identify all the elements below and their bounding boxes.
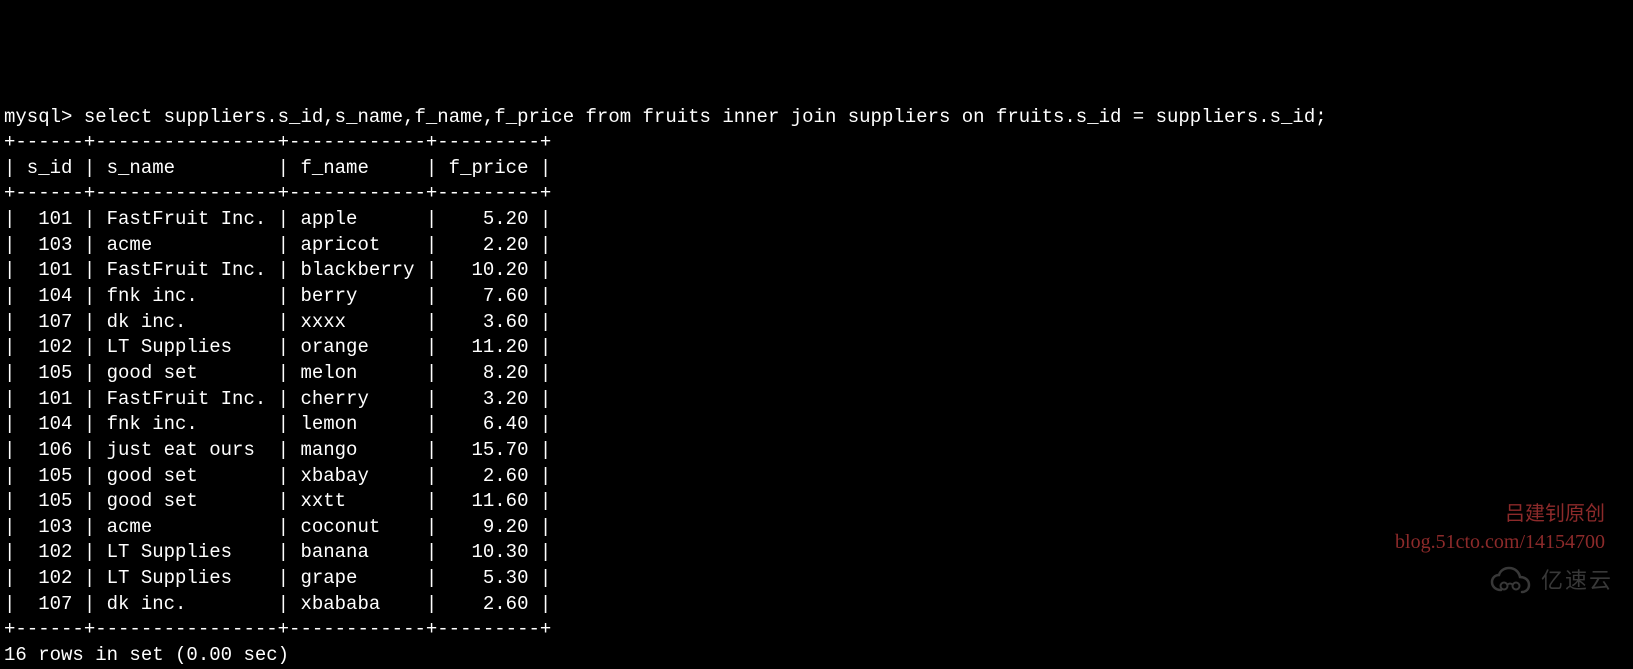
watermark-logo-text: 亿速云 bbox=[1541, 566, 1613, 596]
watermark-line1: 吕建钊原创 bbox=[1395, 500, 1605, 528]
query-result-table: +------+----------------+------------+--… bbox=[4, 131, 551, 640]
watermark-line2: blog.51cto.com/14154700 bbox=[1395, 528, 1605, 556]
sql-query: select suppliers.s_id,s_name,f_name,f_pr… bbox=[84, 106, 1327, 128]
mysql-prompt: mysql> bbox=[4, 106, 84, 128]
result-footer: 16 rows in set (0.00 sec) bbox=[4, 644, 289, 666]
cloud-icon bbox=[1489, 566, 1535, 596]
watermark-logo: 亿速云 bbox=[1489, 566, 1613, 596]
watermark-attribution: 吕建钊原创 blog.51cto.com/14154700 bbox=[1395, 500, 1605, 556]
